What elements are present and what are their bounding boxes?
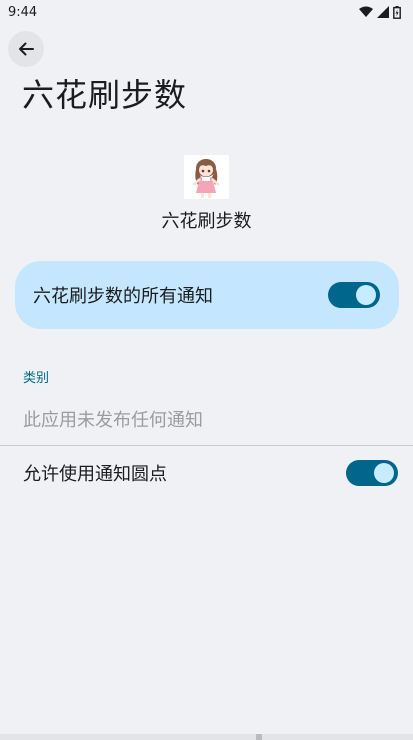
notification-dot-switch[interactable] — [346, 460, 398, 486]
navigation-bar — [0, 734, 413, 740]
status-time: 9:44 — [8, 4, 38, 20]
switch-thumb — [356, 285, 376, 305]
notification-dot-row[interactable]: 允许使用通知圆点 — [0, 448, 413, 498]
all-notifications-switch[interactable] — [328, 282, 380, 308]
divider — [0, 445, 413, 446]
back-button[interactable] — [8, 31, 44, 67]
app-icon — [184, 155, 229, 199]
battery-icon — [393, 5, 401, 19]
categories-section-label: 类别 — [23, 371, 50, 386]
status-bar: 9:44 — [0, 0, 413, 24]
all-notifications-toggle-row[interactable]: 六花刷步数的所有通知 — [15, 261, 399, 329]
switch-thumb — [374, 463, 394, 483]
arrow-left-icon — [19, 42, 34, 56]
wifi-icon — [359, 6, 373, 17]
anime-girl-app-icon — [184, 155, 229, 199]
page-title: 六花刷步数 — [22, 76, 188, 114]
no-categories-text: 此应用未发布任何通知 — [23, 410, 203, 431]
app-name: 六花刷步数 — [161, 211, 252, 232]
all-notifications-label: 六花刷步数的所有通知 — [33, 286, 213, 307]
notification-dot-label: 允许使用通知圆点 — [23, 464, 167, 485]
signal-icon — [377, 6, 389, 18]
status-icons — [359, 5, 401, 19]
navigation-handle — [256, 734, 262, 740]
